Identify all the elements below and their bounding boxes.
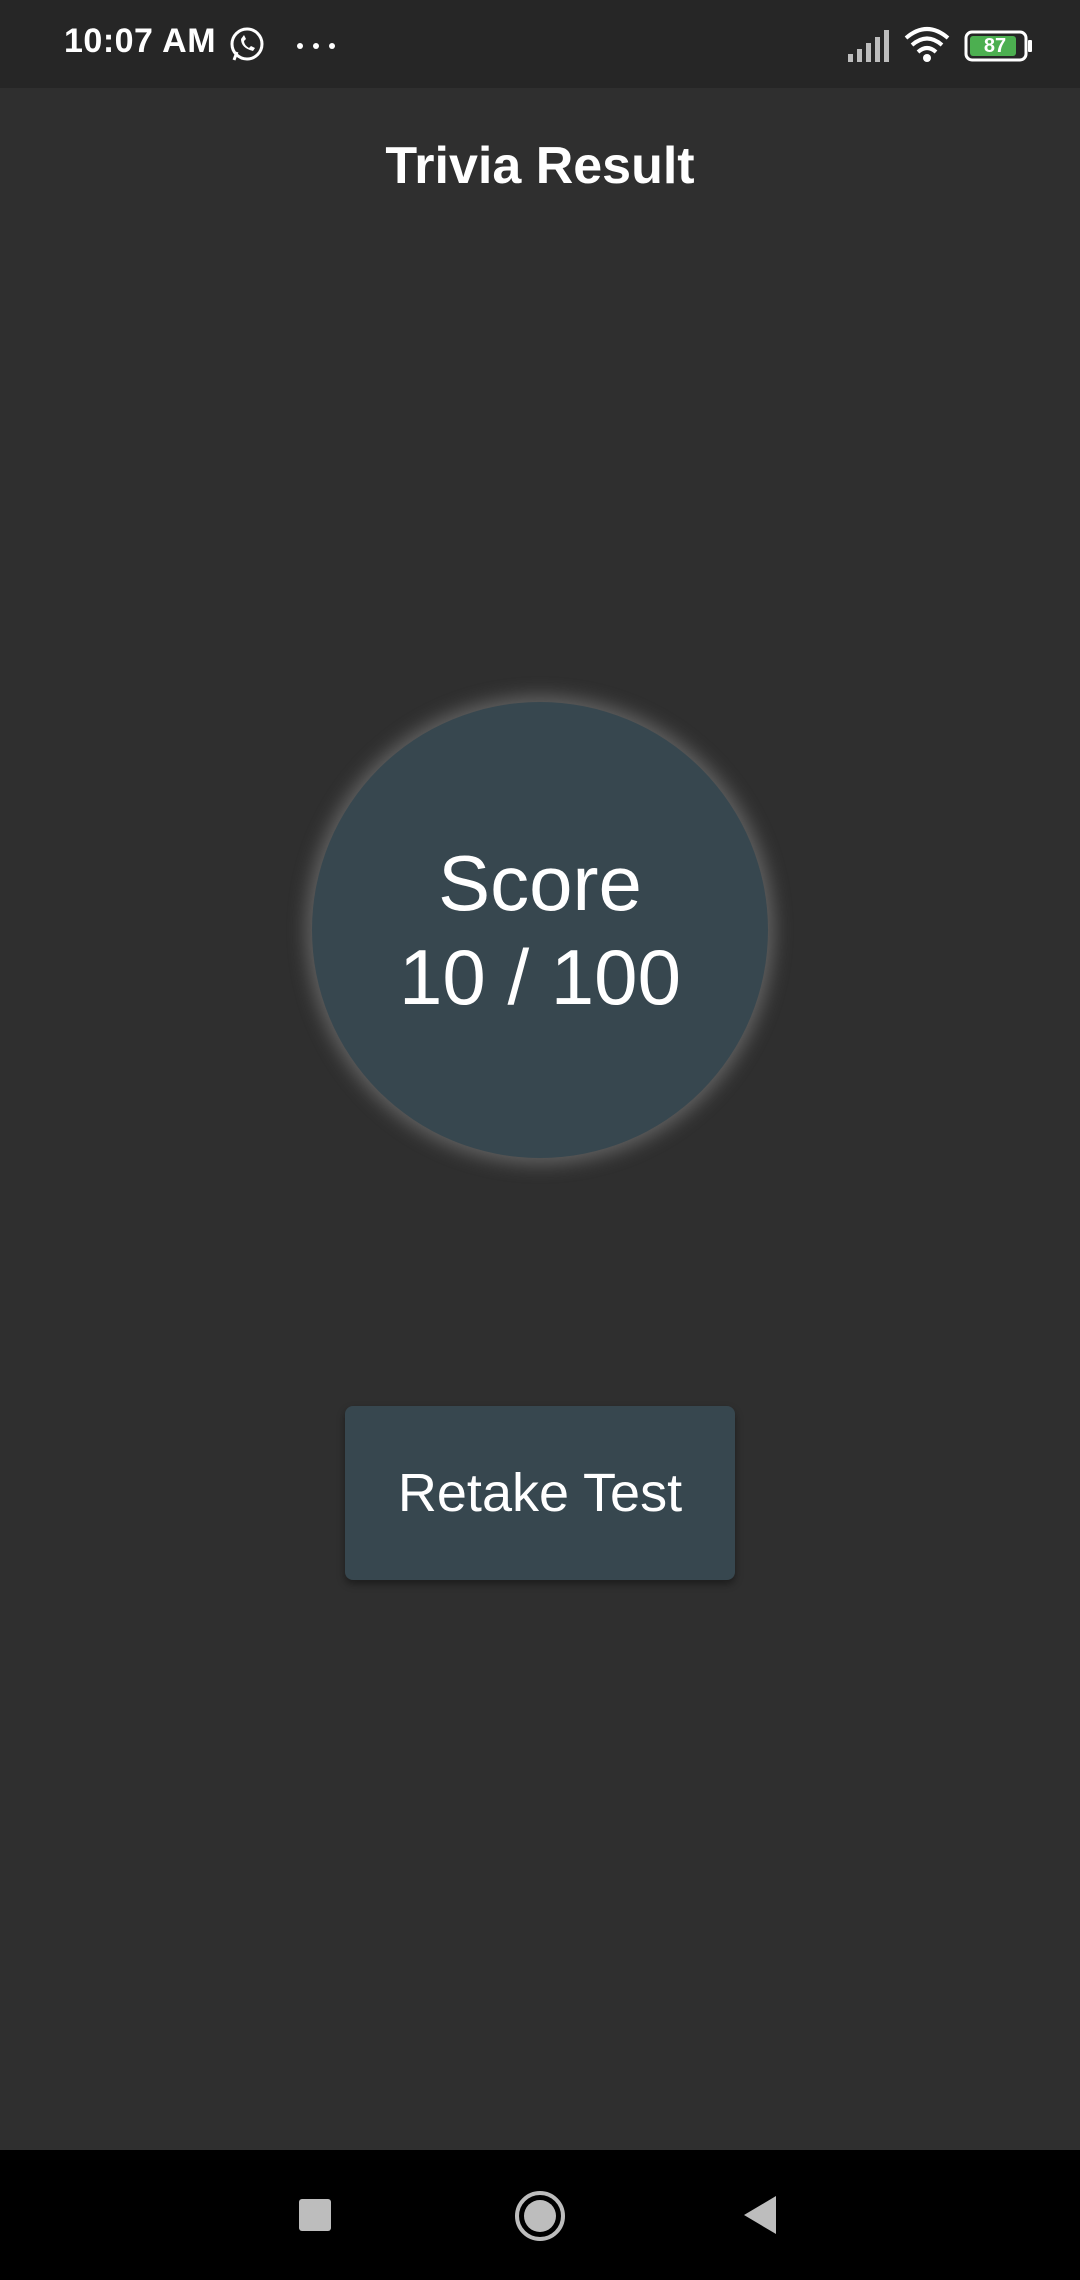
home-icon[interactable]	[514, 2190, 566, 2242]
signal-icon	[848, 30, 889, 62]
retake-test-button[interactable]: Retake Test	[345, 1406, 735, 1580]
more-icon	[297, 43, 335, 49]
back-icon[interactable]	[742, 2194, 778, 2236]
page-title: Trivia Result	[385, 137, 695, 195]
status-bar: 10:07 AM 87	[0, 0, 1080, 88]
whatsapp-icon	[230, 27, 264, 61]
recents-icon[interactable]	[298, 2198, 332, 2232]
status-time: 10:07 AM	[64, 22, 217, 60]
battery-level: 87	[983, 35, 1007, 57]
score-circle: Score 10 / 100	[312, 702, 768, 1158]
wifi-icon	[904, 27, 950, 62]
score-value: 10 / 100	[399, 933, 681, 1021]
score-label: Score	[438, 839, 642, 927]
